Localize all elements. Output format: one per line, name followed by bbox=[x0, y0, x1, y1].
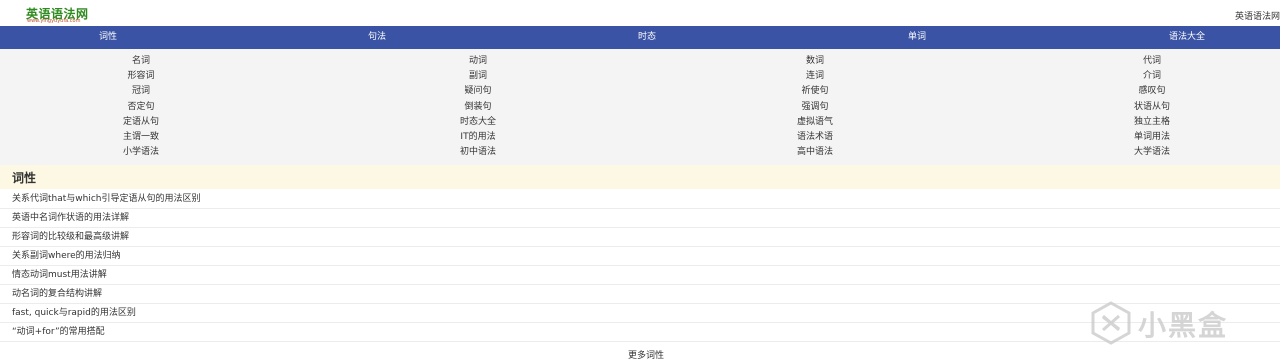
site-logo[interactable]: 英语语法网 www.yingyuyufa.com bbox=[26, 5, 116, 24]
category-link[interactable]: 强调句 bbox=[735, 100, 895, 115]
category-link[interactable]: 祈使句 bbox=[735, 84, 895, 99]
category-link[interactable]: 副词 bbox=[398, 69, 558, 84]
category-link[interactable]: 定语从句 bbox=[61, 115, 221, 130]
category-link[interactable]: 冠词 bbox=[61, 84, 221, 99]
category-link[interactable]: 主谓一致 bbox=[61, 130, 221, 145]
links-column: 代词 介词 感叹句 状语从句 独立主格 单词用法 大学语法 bbox=[1072, 54, 1232, 160]
watermark: 小黑盒 bbox=[1088, 300, 1248, 346]
nav-item-words[interactable]: 单词 bbox=[857, 26, 977, 49]
logo-url: www.yingyuyufa.com bbox=[27, 18, 81, 24]
category-link[interactable]: 独立主格 bbox=[1072, 115, 1232, 130]
category-links-panel: 名词 形容词 冠词 否定句 定语从句 主谓一致 小学语法 动词 副词 疑问句 倒… bbox=[0, 49, 1280, 165]
nav-item-grammar-all[interactable]: 语法大全 bbox=[1127, 26, 1247, 49]
category-link[interactable]: 时态大全 bbox=[398, 115, 558, 130]
nav-item-syntax[interactable]: 句法 bbox=[317, 26, 437, 49]
category-link[interactable]: 感叹句 bbox=[1072, 84, 1232, 99]
links-column: 动词 副词 疑问句 倒装句 时态大全 IT的用法 初中语法 bbox=[398, 54, 558, 160]
category-link[interactable]: 疑问句 bbox=[398, 84, 558, 99]
links-column: 名词 形容词 冠词 否定句 定语从句 主谓一致 小学语法 bbox=[61, 54, 221, 160]
heybox-logo-icon bbox=[1091, 301, 1131, 345]
article-link[interactable]: 情态动词must用法讲解 bbox=[0, 266, 1280, 285]
category-link[interactable]: 高中语法 bbox=[735, 145, 895, 160]
main-nav: 词性 句法 时态 单词 语法大全 bbox=[0, 26, 1280, 49]
category-link[interactable]: 初中语法 bbox=[398, 145, 558, 160]
category-link[interactable]: 大学语法 bbox=[1072, 145, 1232, 160]
category-link[interactable]: 代词 bbox=[1072, 54, 1232, 69]
category-link[interactable]: 介词 bbox=[1072, 69, 1232, 84]
category-link[interactable]: 语法术语 bbox=[735, 130, 895, 145]
category-link[interactable]: 否定句 bbox=[61, 100, 221, 115]
category-link[interactable]: 连词 bbox=[735, 69, 895, 84]
nav-item-part-of-speech[interactable]: 词性 bbox=[48, 26, 168, 49]
article-link[interactable]: 关系副词where的用法归纳 bbox=[0, 247, 1280, 266]
more-link[interactable]: 更多词性 bbox=[628, 348, 664, 361]
category-link[interactable]: 动词 bbox=[398, 54, 558, 69]
category-link[interactable]: IT的用法 bbox=[398, 130, 558, 145]
site-name-link[interactable]: 英语语法网 bbox=[1235, 9, 1280, 22]
section-header: 词性 bbox=[0, 165, 1280, 189]
category-link[interactable]: 数词 bbox=[735, 54, 895, 69]
category-link[interactable]: 状语从句 bbox=[1072, 100, 1232, 115]
section-title: 词性 bbox=[12, 171, 37, 185]
category-link[interactable]: 小学语法 bbox=[61, 145, 221, 160]
links-column: 数词 连词 祈使句 强调句 虚拟语气 语法术语 高中语法 bbox=[735, 54, 895, 160]
category-link[interactable]: 形容词 bbox=[61, 69, 221, 84]
category-link[interactable]: 单词用法 bbox=[1072, 130, 1232, 145]
top-bar: 英语语法网 www.yingyuyufa.com 英语语法网 bbox=[0, 0, 1280, 26]
article-link[interactable]: 关系代词that与which引导定语从句的用法区别 bbox=[0, 190, 1280, 209]
category-link[interactable]: 倒装句 bbox=[398, 100, 558, 115]
watermark-text: 小黑盒 bbox=[1138, 309, 1229, 342]
article-link[interactable]: 英语中名词作状语的用法详解 bbox=[0, 209, 1280, 228]
nav-item-tense[interactable]: 时态 bbox=[587, 26, 707, 49]
category-link[interactable]: 虚拟语气 bbox=[735, 115, 895, 130]
category-link[interactable]: 名词 bbox=[61, 54, 221, 69]
article-link[interactable]: 形容词的比较级和最高级讲解 bbox=[0, 228, 1280, 247]
